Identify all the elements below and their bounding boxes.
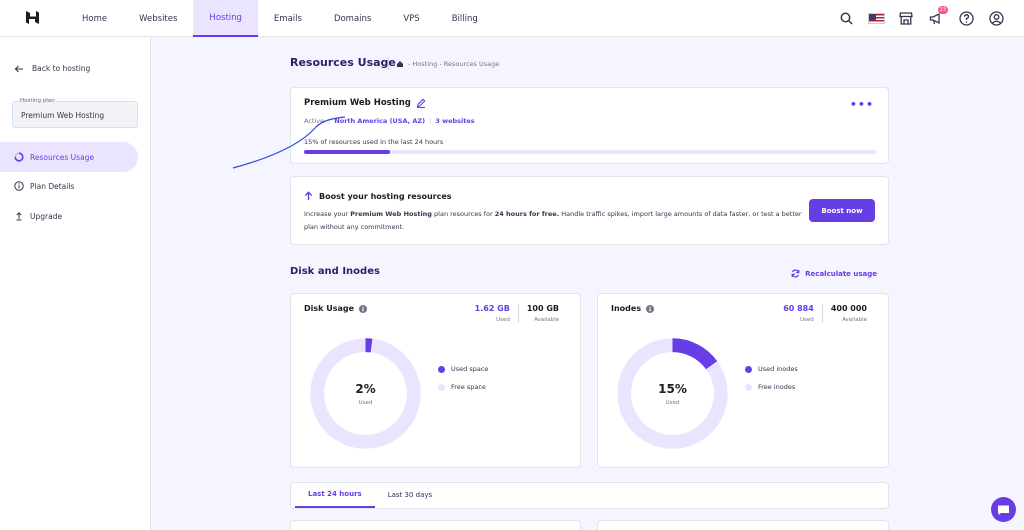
info-icon[interactable] <box>646 304 655 313</box>
main-nav: Home Websites Hosting Emails Domains VPS… <box>66 0 494 37</box>
info-icon <box>14 181 24 191</box>
hostinger-logo-icon[interactable] <box>25 10 40 25</box>
sidebar-item-label: Upgrade <box>30 211 63 221</box>
inodes-legend: Used inodes Free inodes <box>745 360 798 396</box>
hosting-plan-value: Premium Web Hosting <box>21 111 105 120</box>
legend-free-label: Free space <box>451 383 486 391</box>
disk-used-value: 1.62 GB <box>474 304 510 313</box>
hosting-plan-select[interactable]: Hosting plan Premium Web Hosting <box>12 98 138 128</box>
top-actions: 23 <box>836 6 1006 28</box>
inodes-donut-label: 15% Used <box>615 336 730 451</box>
disk-center-label: Used <box>358 399 373 406</box>
inodes-available-stat: 400 000 Available <box>821 304 875 323</box>
sidebar-item-plan-details[interactable]: Plan Details <box>0 171 138 201</box>
inodes-center-label: Used <box>665 399 680 406</box>
nav-billing[interactable]: Billing <box>436 0 494 37</box>
disk-available-label: Available <box>534 317 559 323</box>
arrow-up-icon <box>304 191 313 200</box>
plan-usage-card: Premium Web Hosting ••• Active | North A… <box>290 87 889 164</box>
inodes-percent: 15% <box>658 381 687 396</box>
tab-last-30-days[interactable]: Last 30 days <box>375 482 445 508</box>
refresh-icon <box>791 269 800 278</box>
upgrade-arrow-icon <box>16 212 22 221</box>
megaphone-icon[interactable]: 23 <box>926 6 948 28</box>
inodes-available-value: 400 000 <box>830 304 867 313</box>
store-icon[interactable] <box>896 8 916 28</box>
legend-used-dot <box>438 365 445 373</box>
breadcrumb: - Hosting - Resources Usage <box>388 57 499 70</box>
boost-description: Increase your Premium Web Hosting plan r… <box>304 210 802 231</box>
sidebar-item-label: Plan Details <box>30 181 75 191</box>
help-icon[interactable] <box>956 8 976 28</box>
tab-last-24-hours[interactable]: Last 24 hours <box>295 482 375 508</box>
recalculate-label: Recalculate usage <box>805 269 877 278</box>
search-icon[interactable] <box>836 8 856 28</box>
edit-icon[interactable] <box>416 98 426 108</box>
sidebar-item-label: Resources Usage <box>30 152 95 162</box>
disk-used-label: Used <box>496 317 510 323</box>
sidebar-item-resources-usage[interactable]: Resources Usage <box>0 142 138 172</box>
more-options-icon[interactable]: ••• <box>850 98 874 111</box>
boost-now-button[interactable]: Boost now <box>809 199 875 222</box>
chart-card-left <box>290 520 581 530</box>
inodes-title: Inodes <box>611 304 642 313</box>
info-icon[interactable] <box>359 304 368 313</box>
nav-websites[interactable]: Websites <box>123 0 193 37</box>
legend-free-label: Free inodes <box>758 383 796 391</box>
nav-home[interactable]: Home <box>66 0 123 37</box>
inodes-used-label: Used <box>800 317 814 323</box>
usage-progress-fill <box>304 150 390 154</box>
legend-free-dot <box>438 383 445 391</box>
plan-websites-link[interactable]: 3 websites <box>435 117 474 125</box>
legend-used-label: Used space <box>451 365 489 373</box>
nav-domains[interactable]: Domains <box>318 0 387 37</box>
disk-used-stat: 1.62 GB Used <box>467 304 518 323</box>
plan-status: Active <box>304 117 325 125</box>
disk-percent: 2% <box>355 381 376 396</box>
nav-vps[interactable]: VPS <box>387 0 435 37</box>
home-icon[interactable] <box>396 60 404 68</box>
nav-hosting[interactable]: Hosting <box>193 0 258 37</box>
legend-used-dot <box>745 365 752 373</box>
boost-card: Boost your hosting resources Increase yo… <box>290 176 889 245</box>
inodes-used-stat: 60 884 Used <box>775 304 822 323</box>
plan-title: Premium Web Hosting <box>304 98 411 108</box>
breadcrumb-path[interactable]: - Hosting - Resources Usage <box>408 60 499 68</box>
us-flag-icon[interactable] <box>866 8 886 28</box>
legend-used-label: Used inodes <box>758 365 798 373</box>
progress-ring-icon <box>14 152 24 162</box>
arrow-left-icon <box>14 65 23 72</box>
time-range-tabs: Last 24 hours Last 30 days <box>290 482 889 509</box>
back-label: Back to hosting <box>32 64 91 73</box>
chart-card-right <box>597 520 889 530</box>
account-icon[interactable] <box>986 8 1006 28</box>
recalculate-usage-button[interactable]: Recalculate usage <box>791 269 877 278</box>
notification-badge: 23 <box>937 6 948 14</box>
sidebar: Back to hosting Hosting plan Premium Web… <box>0 37 151 530</box>
disk-donut-label: 2% Used <box>308 336 423 451</box>
disk-legend: Used space Free space <box>438 360 488 396</box>
page-title: Resources Usage <box>290 56 396 69</box>
sidebar-item-upgrade[interactable]: Upgrade <box>0 201 138 231</box>
inodes-available-label: Available <box>842 317 867 323</box>
disk-section-title: Disk and Inodes <box>290 266 380 277</box>
legend-free-dot <box>745 383 752 391</box>
boost-title: Boost your hosting resources <box>319 191 452 201</box>
plan-location-link[interactable]: North America (USA, AZ) <box>334 117 425 125</box>
nav-emails[interactable]: Emails <box>258 0 318 37</box>
disk-usage-card: Disk Usage 1.62 GB Used 100 GB Available… <box>290 293 581 468</box>
hosting-plan-label: Hosting plan <box>19 98 56 104</box>
disk-available-value: 100 GB <box>526 304 559 313</box>
chat-icon <box>998 505 1009 515</box>
inodes-used-value: 60 884 <box>783 304 814 313</box>
top-navigation-bar: Home Websites Hosting Emails Domains VPS… <box>0 0 1024 37</box>
usage-summary: 15% of resources used in the last 24 hou… <box>304 138 444 146</box>
back-to-hosting-link[interactable]: Back to hosting <box>14 64 90 73</box>
usage-progress-bar <box>304 150 876 154</box>
chat-button[interactable] <box>991 497 1016 522</box>
inodes-card: Inodes 60 884 Used 400 000 Available 15%… <box>597 293 889 468</box>
disk-available-stat: 100 GB Available <box>517 304 567 323</box>
disk-usage-title: Disk Usage <box>304 304 355 313</box>
